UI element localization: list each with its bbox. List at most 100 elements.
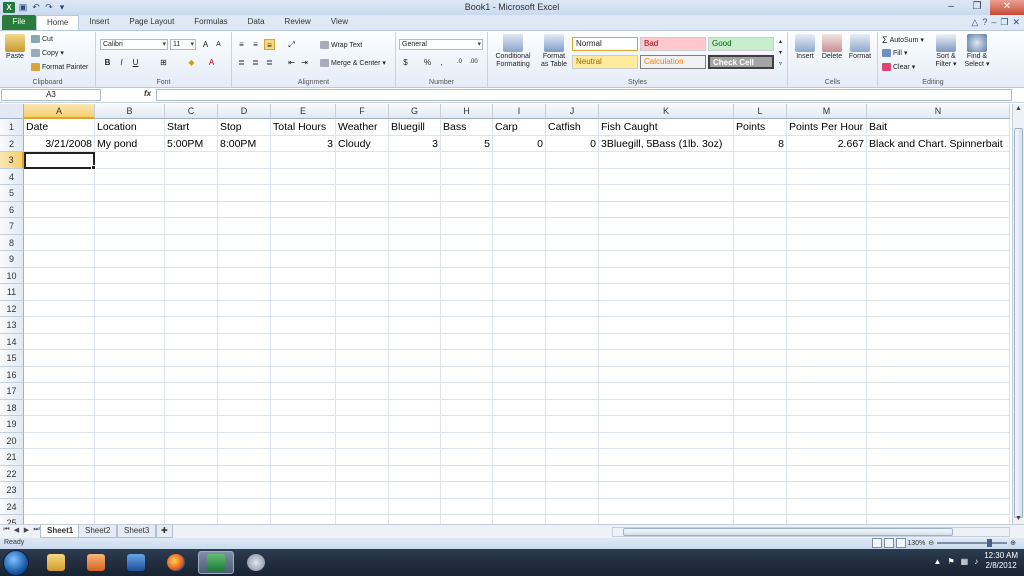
cell-b11[interactable] <box>95 284 165 301</box>
cell-f14[interactable] <box>336 333 389 350</box>
cell-d21[interactable] <box>218 449 271 466</box>
cell-f24[interactable] <box>336 498 389 515</box>
column-header-i[interactable]: I <box>493 104 546 119</box>
zoom-level[interactable]: 130% <box>907 540 925 547</box>
horizontal-scrollbar[interactable] <box>612 527 1010 537</box>
cell-j13[interactable] <box>546 317 599 334</box>
cell-a14[interactable] <box>24 333 95 350</box>
row-header-21[interactable]: 21 <box>0 449 24 466</box>
style-good[interactable]: Good <box>708 37 774 51</box>
cell-l2[interactable]: 8 <box>734 135 787 152</box>
cell-m11[interactable] <box>787 284 867 301</box>
cell-m17[interactable] <box>787 383 867 400</box>
cell-k17[interactable] <box>599 383 734 400</box>
cell-c22[interactable] <box>165 465 218 482</box>
insert-sheet-icon[interactable]: ✚ <box>156 525 173 538</box>
cell-b13[interactable] <box>95 317 165 334</box>
cell-m13[interactable] <box>787 317 867 334</box>
cell-d8[interactable] <box>218 234 271 251</box>
cell-i19[interactable] <box>493 416 546 433</box>
style-normal[interactable]: Normal <box>572 37 638 51</box>
cell-n5[interactable] <box>867 185 1010 202</box>
cell-l11[interactable] <box>734 284 787 301</box>
style-bad[interactable]: Bad <box>640 37 706 51</box>
cell-m6[interactable] <box>787 201 867 218</box>
taskbar-app[interactable] <box>238 551 274 574</box>
cell-g1[interactable]: Bluegill <box>389 119 441 136</box>
column-header-n[interactable]: N <box>867 104 1010 119</box>
cell-m24[interactable] <box>787 498 867 515</box>
column-header-c[interactable]: C <box>165 104 218 119</box>
cell-h9[interactable] <box>441 251 493 268</box>
cell-a5[interactable] <box>24 185 95 202</box>
tab-page-layout[interactable]: Page Layout <box>119 15 184 30</box>
cell-k15[interactable] <box>599 350 734 367</box>
decrease-font-icon[interactable]: A <box>213 39 224 50</box>
network-icon[interactable]: ▦ <box>961 557 969 566</box>
cell-h12[interactable] <box>441 300 493 317</box>
cell-l18[interactable] <box>734 399 787 416</box>
font-color-icon[interactable]: A <box>206 57 217 68</box>
find-select-button[interactable]: Find & Select ▾ <box>962 34 992 69</box>
cell-a10[interactable] <box>24 267 95 284</box>
customize-qat-icon[interactable]: ▾ <box>57 2 67 13</box>
cell-l24[interactable] <box>734 498 787 515</box>
cell-a24[interactable] <box>24 498 95 515</box>
cell-l19[interactable] <box>734 416 787 433</box>
currency-icon[interactable]: $ <box>400 57 411 68</box>
cell-i18[interactable] <box>493 399 546 416</box>
redo-icon[interactable]: ↷ <box>44 2 54 13</box>
cell-b12[interactable] <box>95 300 165 317</box>
tab-insert[interactable]: Insert <box>79 15 119 30</box>
cell-d23[interactable] <box>218 482 271 499</box>
cell-l10[interactable] <box>734 267 787 284</box>
cell-c19[interactable] <box>165 416 218 433</box>
cell-c1[interactable]: Start <box>165 119 218 136</box>
cell-m23[interactable] <box>787 482 867 499</box>
clear-button[interactable]: Clear ▾ <box>882 63 915 71</box>
help-icon[interactable]: ? <box>982 17 987 28</box>
cell-l9[interactable] <box>734 251 787 268</box>
cell-h18[interactable] <box>441 399 493 416</box>
cell-b18[interactable] <box>95 399 165 416</box>
cell-k4[interactable] <box>599 168 734 185</box>
cell-i3[interactable] <box>493 152 546 169</box>
cell-b10[interactable] <box>95 267 165 284</box>
cell-d10[interactable] <box>218 267 271 284</box>
taskbar-firefox[interactable] <box>158 551 194 574</box>
cell-f12[interactable] <box>336 300 389 317</box>
conditional-formatting-button[interactable]: Conditional Formatting <box>492 34 534 69</box>
row-header-13[interactable]: 13 <box>0 317 24 334</box>
cell-f2[interactable]: Cloudy <box>336 135 389 152</box>
cell-b9[interactable] <box>95 251 165 268</box>
cell-c3[interactable] <box>165 152 218 169</box>
insert-function-icon[interactable]: fx <box>144 89 151 98</box>
font-name-select[interactable]: Calibri <box>100 39 168 50</box>
tray-expand-icon[interactable]: ▲ <box>934 557 942 566</box>
cell-e18[interactable] <box>271 399 336 416</box>
increase-decimal-icon[interactable]: .0 <box>454 57 465 68</box>
cell-l1[interactable]: Points <box>734 119 787 136</box>
horizontal-scroll-thumb[interactable] <box>623 528 953 536</box>
cell-k19[interactable] <box>599 416 734 433</box>
column-header-b[interactable]: B <box>95 104 165 119</box>
column-header-l[interactable]: L <box>734 104 787 119</box>
cell-a4[interactable] <box>24 168 95 185</box>
cell-a23[interactable] <box>24 482 95 499</box>
cell-d25[interactable] <box>218 515 271 524</box>
cell-b17[interactable] <box>95 383 165 400</box>
cell-j11[interactable] <box>546 284 599 301</box>
cell-k11[interactable] <box>599 284 734 301</box>
scroll-up-arrow-icon[interactable]: ▲ <box>1013 104 1024 114</box>
cell-h8[interactable] <box>441 234 493 251</box>
cell-n13[interactable] <box>867 317 1010 334</box>
cell-h5[interactable] <box>441 185 493 202</box>
cell-m2[interactable]: 2.667 <box>787 135 867 152</box>
cell-c16[interactable] <box>165 366 218 383</box>
cell-a15[interactable] <box>24 350 95 367</box>
cell-c6[interactable] <box>165 201 218 218</box>
cell-c23[interactable] <box>165 482 218 499</box>
cell-h14[interactable] <box>441 333 493 350</box>
cell-d20[interactable] <box>218 432 271 449</box>
fill-handle[interactable] <box>91 164 96 170</box>
